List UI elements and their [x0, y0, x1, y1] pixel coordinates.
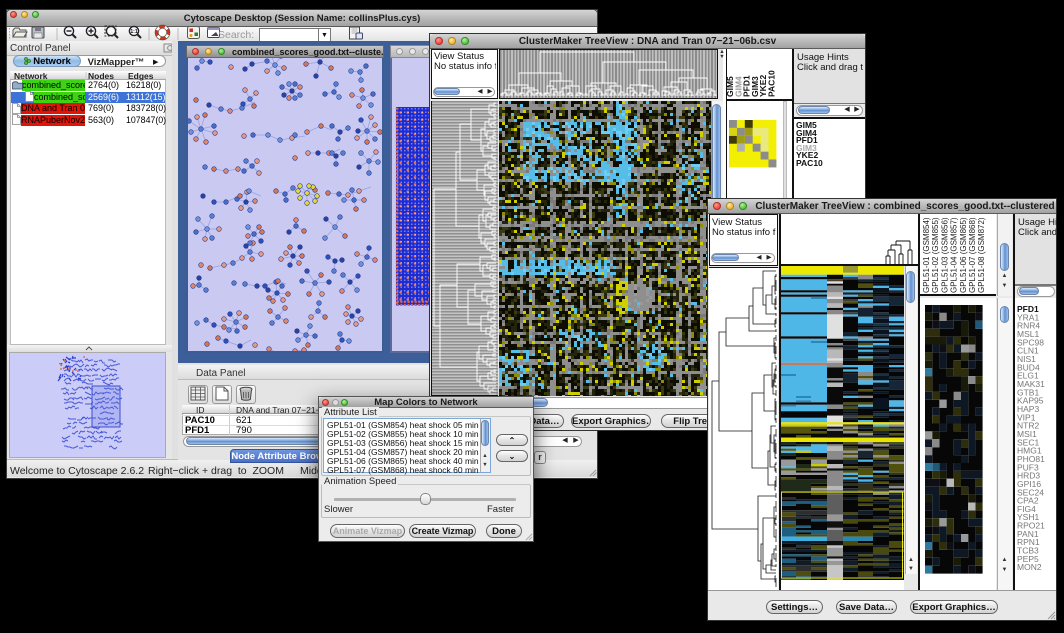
svg-text:1:1: 1:1: [130, 29, 137, 35]
svg-text:GPL51-04 (GSM857): GPL51-04 (GSM857): [950, 217, 959, 293]
svg-text:GPL51-07 (GSM868): GPL51-07 (GSM868): [968, 217, 977, 293]
svg-text:MON2: MON2: [1017, 562, 1042, 572]
svg-text:GPL51-01 (GSM854): GPL51-01 (GSM854): [922, 217, 931, 293]
svg-text:GPL51-02 (GSM855): GPL51-02 (GSM855): [931, 217, 940, 293]
svg-text:GPL51-06 (GSM865): GPL51-06 (GSM865): [959, 217, 968, 293]
svg-text:GPL51-08 (GSM872): GPL51-08 (GSM872): [977, 217, 986, 293]
svg-text:GPL51-03 (GSM856): GPL51-03 (GSM856): [940, 217, 949, 293]
svg-text:PAC10: PAC10: [767, 70, 777, 97]
